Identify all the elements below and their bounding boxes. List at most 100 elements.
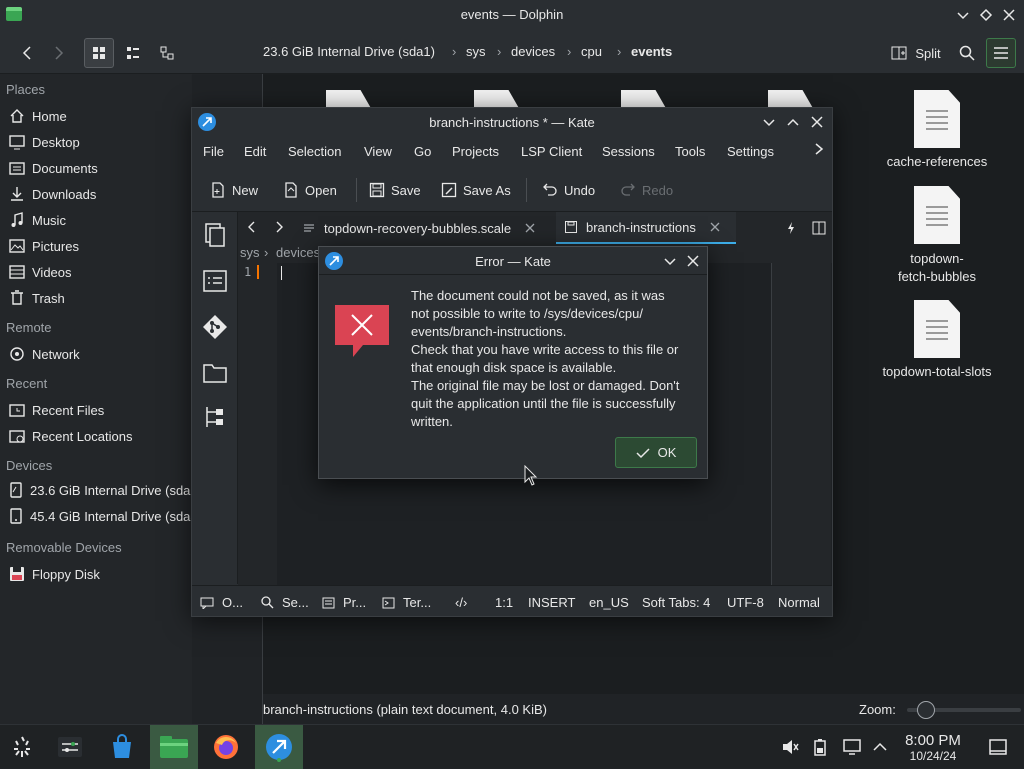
menu-projects[interactable]: Projects bbox=[452, 144, 499, 159]
sidebar-item-desktop[interactable]: Desktop bbox=[0, 129, 192, 155]
save-button[interactable]: Save bbox=[369, 178, 421, 202]
app-launcher-button[interactable] bbox=[0, 725, 44, 769]
chevron-up-icon[interactable] bbox=[860, 725, 900, 769]
symbols-panel-icon[interactable] bbox=[202, 268, 228, 294]
mouse-cursor-icon bbox=[524, 465, 538, 487]
git-panel-icon[interactable] bbox=[202, 314, 228, 340]
sidebar-item-recent-locations[interactable]: Recent Locations bbox=[0, 423, 192, 449]
breadcrumb-devices[interactable]: devices bbox=[511, 44, 555, 59]
sidebar-item-trash[interactable]: Trash bbox=[0, 285, 192, 311]
breadcrumb-drive[interactable]: 23.6 GiB Internal Drive (sda1) bbox=[263, 44, 435, 59]
projects-toggle[interactable]: Pr... bbox=[322, 595, 366, 610]
file-topdown-fetch-bubbles[interactable]: topdown-fetch-bubbles bbox=[877, 186, 997, 286]
sidebar-item-pictures[interactable]: Pictures bbox=[0, 233, 192, 259]
menu-go[interactable]: Go bbox=[414, 144, 431, 159]
system-settings-button[interactable] bbox=[48, 725, 92, 769]
close-icon[interactable] bbox=[810, 115, 824, 129]
filesystem-panel-icon[interactable] bbox=[202, 360, 228, 386]
minimize-icon[interactable] bbox=[762, 115, 776, 129]
sidebar-item-music[interactable]: Music bbox=[0, 207, 192, 233]
close-icon[interactable] bbox=[686, 254, 700, 268]
breadcrumb-cpu[interactable]: cpu bbox=[581, 44, 602, 59]
menu-settings[interactable]: Settings bbox=[727, 144, 774, 159]
sidebar-item-documents[interactable]: Documents bbox=[0, 155, 192, 181]
file-topdown-total-slots[interactable]: topdown-total-slots bbox=[877, 300, 997, 379]
sidebar-item-downloads[interactable]: Downloads bbox=[0, 181, 192, 207]
dolphin-task-button[interactable] bbox=[150, 725, 198, 769]
output-toggle[interactable]: O... bbox=[200, 595, 243, 610]
undo-button[interactable]: Undo bbox=[542, 178, 595, 202]
tab-close-icon[interactable] bbox=[525, 223, 535, 233]
trash-icon bbox=[8, 289, 26, 307]
tab-branch-instructions[interactable]: branch-instructions bbox=[556, 212, 736, 244]
menu-overflow-icon[interactable] bbox=[814, 141, 824, 157]
menu-edit[interactable]: Edit bbox=[244, 144, 266, 159]
menu-sessions[interactable]: Sessions bbox=[602, 144, 655, 159]
tab-scroll-left-icon[interactable] bbox=[246, 220, 258, 234]
firefox-task-button[interactable] bbox=[204, 725, 248, 769]
maximize-icon[interactable] bbox=[786, 115, 800, 129]
cursor-position[interactable]: 1:1 bbox=[495, 595, 513, 610]
sidebar-item-videos[interactable]: Videos bbox=[0, 259, 192, 285]
clock[interactable]: 8:00 PM 10/24/24 bbox=[898, 733, 968, 764]
sidebar-item-home[interactable]: Home bbox=[0, 103, 192, 129]
search-button[interactable] bbox=[952, 38, 982, 68]
menu-selection[interactable]: Selection bbox=[288, 144, 341, 159]
details-view-button[interactable] bbox=[152, 38, 182, 68]
file-cache-references[interactable]: cache-references bbox=[877, 90, 997, 169]
sidebar-item-recent-files[interactable]: Recent Files bbox=[0, 397, 192, 423]
edit-mode[interactable]: INSERT bbox=[528, 595, 575, 610]
projects-panel-icon[interactable] bbox=[202, 404, 228, 430]
firefox-icon bbox=[214, 735, 238, 759]
back-button[interactable] bbox=[12, 38, 42, 68]
search-toggle[interactable]: Se... bbox=[261, 595, 309, 610]
breadcrumb-sys[interactable]: sys bbox=[466, 44, 486, 59]
tab-recovery-bubbles[interactable]: topdown-recovery-bubbles.scale bbox=[294, 212, 556, 244]
kate-task-button[interactable] bbox=[255, 725, 303, 769]
sidebar-item-drive-sda1[interactable]: 23.6 GiB Internal Drive (sda1) bbox=[0, 477, 192, 503]
minimize-icon[interactable] bbox=[956, 8, 970, 22]
minimize-icon[interactable] bbox=[663, 254, 677, 268]
hamburger-menu-button[interactable] bbox=[986, 38, 1016, 68]
kate-window-title: branch-instructions * — Kate bbox=[429, 115, 595, 130]
tab-scroll-right-icon[interactable] bbox=[273, 220, 285, 234]
show-desktop-button[interactable] bbox=[978, 725, 1018, 769]
compact-view-button[interactable] bbox=[118, 38, 148, 68]
close-icon[interactable] bbox=[1002, 8, 1016, 22]
open-button[interactable]: Open bbox=[283, 178, 337, 202]
minimap[interactable] bbox=[771, 263, 831, 585]
forward-button[interactable] bbox=[44, 38, 74, 68]
menu-lsp-client[interactable]: LSP Client bbox=[521, 144, 582, 159]
discover-button[interactable] bbox=[100, 725, 144, 769]
documents-panel-icon[interactable] bbox=[202, 222, 228, 248]
maximize-icon[interactable] bbox=[979, 8, 993, 22]
menu-view[interactable]: View bbox=[364, 144, 392, 159]
encoding[interactable]: UTF-8 bbox=[727, 595, 764, 610]
sidebar-item-drive-sda3[interactable]: 45.4 GiB Internal Drive (sda3) bbox=[0, 503, 192, 529]
dictionary[interactable]: en_US bbox=[589, 595, 629, 610]
new-button[interactable]: New bbox=[210, 178, 258, 202]
terminal-toggle[interactable]: Ter... bbox=[382, 595, 431, 610]
sidebar-item-floppy[interactable]: Floppy Disk bbox=[0, 561, 192, 587]
kate-breadcrumb-devices[interactable]: devices bbox=[276, 245, 320, 260]
menu-file[interactable]: File bbox=[203, 144, 224, 159]
remote-header: Remote bbox=[6, 320, 52, 335]
save-as-button[interactable]: Save As bbox=[441, 178, 511, 202]
redo-button[interactable]: Redo bbox=[620, 178, 673, 202]
split-view-icon[interactable] bbox=[812, 221, 826, 235]
kate-breadcrumb-sys[interactable]: sys bbox=[240, 245, 260, 260]
quick-open-icon[interactable] bbox=[786, 221, 796, 235]
split-button[interactable]: Split bbox=[886, 38, 946, 68]
menu-tools[interactable]: Tools bbox=[675, 144, 705, 159]
ok-button[interactable]: OK bbox=[615, 437, 697, 468]
code-icon[interactable]: ‹/› bbox=[455, 595, 467, 610]
breadcrumb-events[interactable]: events bbox=[631, 44, 672, 59]
sidebar-item-network[interactable]: Network bbox=[0, 341, 192, 367]
zoom-slider-handle[interactable] bbox=[916, 701, 935, 719]
error-message: The document could not be saved, as it w… bbox=[411, 288, 680, 429]
input-mode[interactable]: Normal bbox=[778, 595, 820, 610]
indentation[interactable]: Soft Tabs: 4 bbox=[642, 595, 710, 610]
zoom-label: Zoom: bbox=[859, 702, 896, 717]
icons-view-button[interactable] bbox=[84, 38, 114, 68]
tab-close-icon[interactable] bbox=[710, 222, 720, 232]
